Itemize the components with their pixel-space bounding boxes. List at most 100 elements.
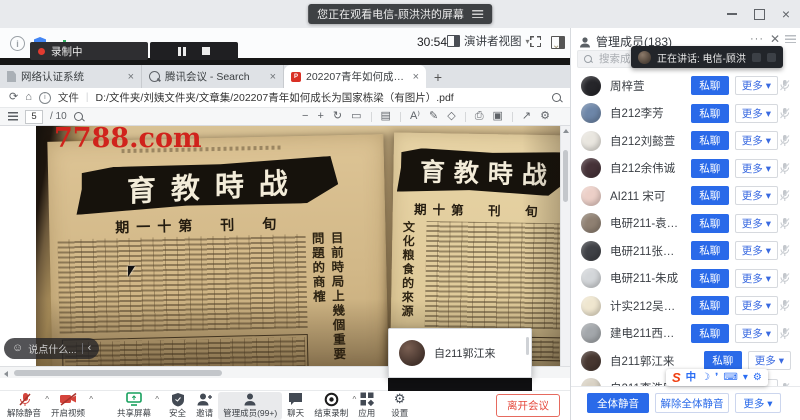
unmute-all-button[interactable]: 解除全体静音	[655, 393, 729, 413]
member-row[interactable]: 自212余伟诚 私聊 更多 ▾	[571, 155, 800, 183]
manage-members-button[interactable]: 管理成员(99+)	[218, 392, 282, 420]
pause-recording-button[interactable]	[178, 47, 187, 56]
private-chat-button[interactable]: 私聊	[691, 241, 729, 260]
fullscreen-icon[interactable]	[530, 36, 541, 47]
eraser-icon[interactable]: ◇	[447, 111, 455, 122]
quick-chat-pill[interactable]: ☺ 说点什么... ‹	[4, 338, 99, 359]
pdf-vertical-scrollbar[interactable]	[560, 126, 570, 366]
mic-muted-icon[interactable]	[778, 327, 791, 340]
mini-scrollbar[interactable]	[526, 337, 529, 355]
member-more-button[interactable]: 更多 ▾	[735, 76, 778, 95]
member-row[interactable]: 电研211-朱成 私聊 更多 ▾	[571, 265, 800, 293]
member-more-button[interactable]: 更多 ▾	[735, 186, 778, 205]
member-more-button[interactable]: 更多 ▾	[735, 131, 778, 150]
member-row[interactable]: 建电211西明烁 私聊 更多 ▾	[571, 320, 800, 348]
private-chat-button[interactable]: 私聊	[691, 324, 729, 343]
home-icon[interactable]: ⌂	[25, 92, 32, 103]
tab-network-auth[interactable]: 网络认证系统 ×	[0, 65, 142, 88]
member-more-button[interactable]: 更多 ▾	[735, 324, 778, 343]
panel-close-icon[interactable]: ✕	[770, 32, 780, 46]
private-chat-button[interactable]: 私聊	[691, 76, 729, 95]
toast-menu-icon[interactable]	[472, 10, 483, 18]
tab-close-icon[interactable]: ×	[413, 71, 419, 83]
tab-pdf-document[interactable]: P 202207青年如何成长为国家栋... ×	[284, 65, 426, 88]
mic-muted-icon[interactable]	[778, 217, 791, 230]
fit-page-icon[interactable]: ▭	[351, 111, 361, 122]
tab-tencent-meeting-search[interactable]: 腾讯会议 - Search ×	[142, 65, 284, 88]
chat-placeholder[interactable]: 说点什么...	[28, 341, 76, 356]
address-path[interactable]: D:/文件夹/刘姨文件夹/文章集/202207青年如何成长为国家栋梁（有图片）.…	[95, 90, 545, 105]
mic-muted-icon[interactable]	[778, 189, 791, 202]
member-more-button[interactable]: 更多 ▾	[735, 269, 778, 288]
ime-tool-icon[interactable]: ⚙	[753, 373, 762, 383]
member-row[interactable]: AI211 宋可 私聊 更多 ▾	[571, 182, 800, 210]
floating-video-window[interactable]: 自211郭江来	[388, 328, 532, 391]
member-row[interactable]: 自212刘懿萱 私聊 更多 ▾	[571, 127, 800, 155]
settings-button[interactable]: ⚙ 设置	[386, 392, 413, 420]
new-tab-button[interactable]: +	[426, 66, 450, 88]
collapse-chevron-icon[interactable]: ⌄	[552, 40, 560, 51]
ime-skin-icon[interactable]: ▾	[743, 373, 748, 383]
save-icon[interactable]: ▣	[493, 111, 503, 122]
ime-moon-icon[interactable]: ☽	[701, 373, 710, 383]
tab-close-icon[interactable]: ×	[128, 71, 134, 83]
member-more-button[interactable]: 更多 ▾	[735, 159, 778, 178]
zoom-out-icon[interactable]: −	[302, 111, 308, 122]
start-video-button[interactable]: 开启视频^	[46, 392, 90, 420]
expand-icon[interactable]: ↗	[522, 111, 531, 122]
member-row[interactable]: 电研211张明魁 私聊 更多 ▾	[571, 237, 800, 265]
view-mode-dropdown[interactable]: 演讲者视图 ▾	[447, 33, 530, 49]
member-row[interactable]: 自212李芳 私聊 更多 ▾	[571, 100, 800, 128]
print-icon[interactable]: ⎙	[475, 111, 484, 122]
stop-recording-button[interactable]	[202, 47, 210, 55]
ime-lang-icon[interactable]: 中	[686, 372, 697, 383]
private-chat-button[interactable]: 私聊	[691, 214, 729, 233]
sogou-logo-icon[interactable]: S	[672, 371, 681, 384]
mic-muted-icon[interactable]	[778, 272, 791, 285]
mic-muted-icon[interactable]	[778, 107, 791, 120]
emoji-icon[interactable]: ☺	[12, 343, 23, 354]
zoom-in-icon[interactable]: +	[317, 111, 323, 122]
member-row[interactable]: 电研211-袁保杰 私聊 更多 ▾	[571, 210, 800, 238]
draw-pen-icon[interactable]: ✎	[429, 111, 438, 122]
mute-all-button[interactable]: 全体静音	[587, 393, 649, 413]
close-button[interactable]: ×	[782, 7, 790, 21]
tab-close-icon[interactable]: ×	[270, 71, 276, 83]
mic-muted-icon[interactable]	[778, 79, 791, 92]
private-chat-button[interactable]: 私聊	[691, 269, 729, 288]
mic-muted-icon[interactable]	[778, 244, 791, 257]
member-more-button[interactable]: 更多 ▾	[735, 214, 778, 233]
pdf-thumbnails-icon[interactable]	[8, 112, 18, 121]
file-info-icon[interactable]: i	[39, 92, 51, 104]
private-chat-button[interactable]: 私聊	[691, 296, 729, 315]
private-chat-button[interactable]: 私聊	[691, 186, 729, 205]
private-chat-button[interactable]: 私聊	[704, 351, 742, 370]
mic-muted-icon[interactable]	[778, 162, 791, 175]
private-chat-button[interactable]: 私聊	[691, 131, 729, 150]
panel-more-icon[interactable]: ···	[750, 33, 764, 45]
member-more-button[interactable]: 更多 ▾	[748, 351, 791, 370]
panel-menu-icon[interactable]	[785, 35, 796, 43]
private-chat-button[interactable]: 私聊	[691, 159, 729, 178]
invite-button[interactable]: 邀请	[191, 392, 218, 420]
mic-muted-icon[interactable]	[778, 134, 791, 147]
apps-button[interactable]: 应用	[353, 392, 380, 420]
page-view-icon[interactable]: ▤	[381, 111, 391, 122]
zoom-page-icon[interactable]	[552, 93, 561, 102]
maximize-button[interactable]	[754, 9, 765, 20]
minimize-button[interactable]	[727, 13, 737, 15]
refresh-icon[interactable]: ⟳	[9, 92, 18, 103]
member-row[interactable]: 周梓萱 私聊 更多 ▾	[571, 72, 800, 100]
ime-keyboard-icon[interactable]: ⌨	[723, 373, 737, 383]
settings-gear-icon[interactable]: ⚙	[540, 111, 550, 122]
security-button[interactable]: 安全	[164, 392, 191, 420]
share-screen-button[interactable]: 共享屏幕^	[112, 392, 156, 420]
read-aloud-icon[interactable]: A⁾	[410, 111, 420, 122]
meeting-info-icon[interactable]: i	[10, 36, 25, 51]
chat-button[interactable]: 聊天	[282, 392, 309, 420]
stop-record-button[interactable]: 结束录制^	[309, 392, 353, 420]
pdf-search-icon[interactable]	[74, 112, 83, 121]
member-more-button[interactable]: 更多 ▾	[735, 241, 778, 260]
member-row[interactable]: 计实212吴乘雷 私聊 更多 ▾	[571, 292, 800, 320]
private-chat-button[interactable]: 私聊	[691, 104, 729, 123]
